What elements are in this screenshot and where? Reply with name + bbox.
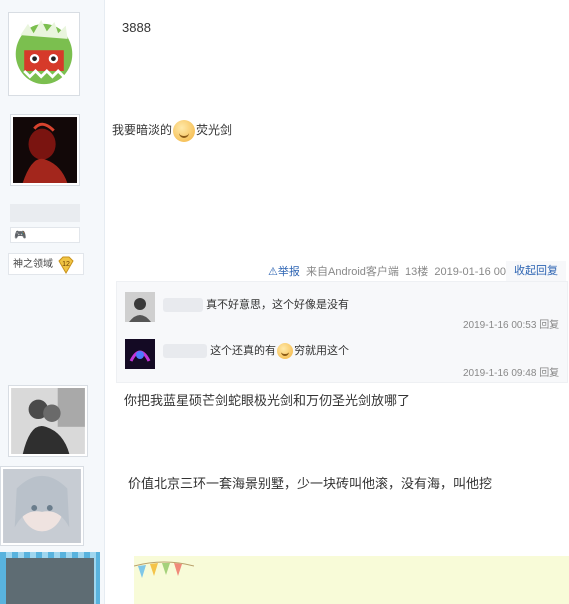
- reply-1-time: 2019-1-16 00:53: [463, 320, 537, 331]
- user-avatar-dino[interactable]: [8, 12, 80, 96]
- post-2-before: 我要暗淡的: [112, 123, 173, 138]
- reply-1-meta: 2019-1-16 00:53 回复: [463, 316, 559, 331]
- smiley-emoji-icon: [277, 343, 294, 360]
- user-avatar-dark[interactable]: [10, 114, 80, 186]
- reply-2-before: 这个还真的有: [210, 345, 277, 357]
- diamond-level-icon: 12: [58, 256, 74, 274]
- signature-banner: [134, 556, 569, 604]
- user-avatar-girl[interactable]: [0, 466, 84, 546]
- reply-2-username[interactable]: [163, 344, 207, 359]
- reply-avatar-2[interactable]: [125, 339, 155, 369]
- warning-triangle-icon: ⚠: [268, 266, 278, 278]
- report-link[interactable]: ⚠举报: [268, 266, 300, 278]
- post-text-2: 我要暗淡的 荧光剑: [112, 120, 232, 142]
- member-tag: 🎮: [10, 227, 80, 243]
- reply-2-reply-link[interactable]: 回复: [539, 368, 559, 379]
- reply-1-content: 真不好意思，这个好像是没有: [163, 296, 350, 313]
- user-level-badge[interactable]: 神之领域 12: [8, 253, 84, 275]
- reply-list: 真不好意思，这个好像是没有 2019-1-16 00:53 回复 这个还真的有 穷…: [116, 281, 568, 383]
- dark-avatar-image: [13, 117, 77, 183]
- post-floor: 13楼: [405, 266, 429, 278]
- reply-2-after: 穷就用这个: [294, 345, 350, 357]
- svg-text:12: 12: [62, 261, 70, 268]
- reply-avatar-1[interactable]: [125, 292, 155, 322]
- reply-1-text: 真不好意思，这个好像是没有: [206, 299, 350, 311]
- dino-avatar-image: [11, 16, 77, 92]
- bunting-flags-icon: [134, 561, 194, 578]
- collapse-replies-button[interactable]: 收起回复: [506, 261, 566, 281]
- post-text-1: 3888: [122, 20, 151, 35]
- reply-1-reply-link[interactable]: 回复: [539, 320, 559, 331]
- reply-avatar-2-image: [125, 339, 155, 369]
- reply-2-time: 2019-1-16 09:48: [463, 368, 537, 379]
- post-text-4: 价值北京三环一套海景别墅，少一块砖叫他滚，没有海，叫他挖: [128, 476, 493, 491]
- reply-avatar-1-image: [125, 292, 155, 322]
- badge-title: 神之领域: [13, 259, 53, 270]
- reply-2-meta: 2019-1-16 09:48 回复: [463, 364, 559, 379]
- reply-1-username[interactable]: [163, 298, 203, 313]
- blurred-username: [10, 204, 80, 222]
- girl-avatar-image: [3, 469, 81, 543]
- smiley-emoji-icon: [173, 120, 196, 142]
- post-source: 来自Android客户端: [306, 266, 399, 278]
- reply-2-content: 这个还真的有 穷就用这个: [163, 342, 350, 360]
- post-meta: ⚠举报 来自Android客户端 13楼 2019-01-16 00:51: [268, 263, 521, 279]
- user-avatar-couple[interactable]: [8, 385, 88, 457]
- user-avatar-ninja[interactable]: [0, 552, 100, 604]
- post-text-3: 你把我蓝星硕芒剑蛇眼极光剑和万仞圣光剑放哪了: [124, 393, 411, 408]
- couple-avatar-image: [11, 388, 85, 454]
- ninja-avatar-image: [6, 558, 94, 604]
- post-2-after: 荧光剑: [196, 123, 233, 138]
